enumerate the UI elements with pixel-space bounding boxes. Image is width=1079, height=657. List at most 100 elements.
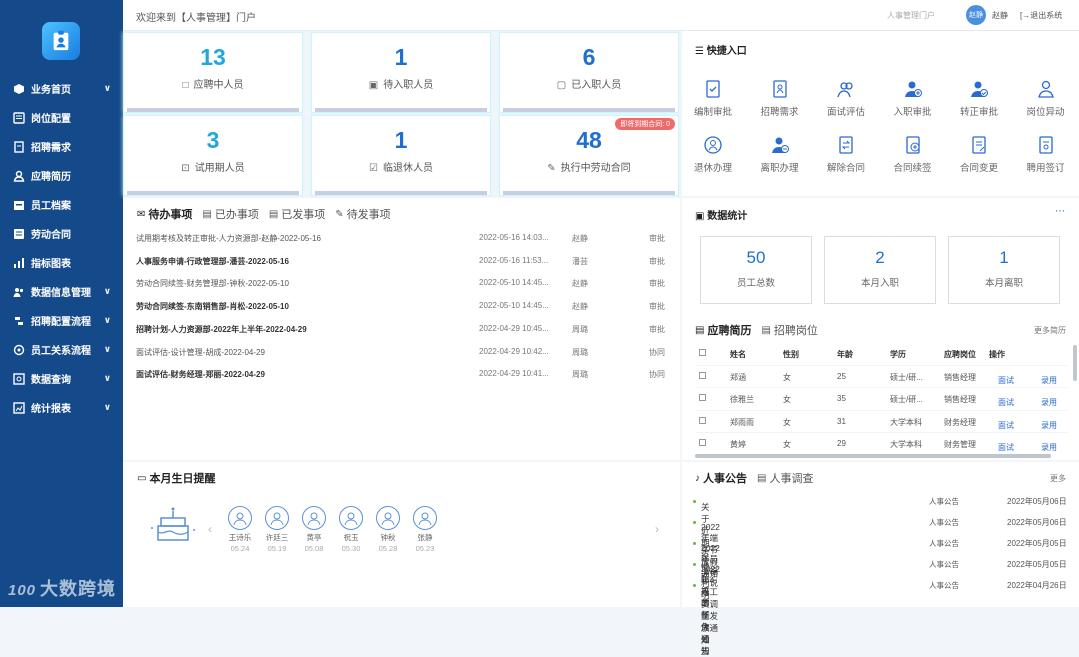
table-row[interactable]: 郑雨雨 女 31 大学本科 财务经理 面试 录用 [695,409,1067,432]
app-logo[interactable] [42,22,80,60]
stat-card[interactable]: 1 ☑ 临退休人员 [311,115,491,196]
table-row[interactable]: 郑涵 女 25 硕士/研... 销售经理 面试 录用 [695,365,1067,387]
quick-entry-7[interactable]: 离职办理 [755,134,805,174]
datastat-card[interactable]: 2 本月入职 [824,236,936,304]
hire-link[interactable]: 录用 [1041,397,1057,408]
birthday-person[interactable]: 钟秋 05.28 [372,506,404,553]
stat-card[interactable]: 6 ▢ 已入职人员 [499,32,679,113]
sidebar-item-label: 数据查询 [31,375,71,386]
stat-value: 48 [576,127,602,153]
person-name: 钟秋 [380,533,396,542]
logout-button[interactable]: [→退出系统 [1020,10,1062,21]
todo-row[interactable]: 人事服务申请-行政管理部-潘芸-2022-05-16 2022-05-16 11:… [136,256,676,279]
datastat-label: 本月离职 [984,278,1023,289]
todo-row[interactable]: 试用期考核及转正审批-人力资源部-赵静-2022-05-16 2022-05-16… [136,233,676,256]
interview-link[interactable]: 面试 [998,442,1014,453]
row-checkbox[interactable] [699,416,706,424]
todo-row[interactable]: 招聘计划-人力资源部-2022年上半年-2022-04-29 2022-04-29… [136,324,676,347]
row-checkbox[interactable] [699,438,706,446]
sidebar-item-9[interactable]: 员工关系流程 ∨ [0,335,123,364]
datastat-card[interactable]: 50 员工总数 [700,236,812,304]
table-row[interactable]: 徐雅兰 女 35 硕士/研... 销售经理 面试 录用 [695,387,1067,409]
chevron-down-icon: ∨ [103,286,111,296]
hire-link[interactable]: 录用 [1041,420,1057,431]
quick-entry-0[interactable]: 编制审批 [688,78,738,118]
tab-todo-1[interactable]: ▤ 已办事项 [202,206,258,222]
quick-entry-1[interactable]: 招聘需求 [755,78,805,118]
person-name: 张静 [417,533,433,542]
notice-row[interactable]: 关于近期疫情防控的工作通知 人事公告 2022年05月06日 [693,491,1067,656]
todo-row[interactable]: 劳动合同续签-东南销售部-肖松-2022-05-10 2022-05-10 14:… [136,301,676,324]
stat-card[interactable]: 13 □ 应聘中人员 [123,32,303,113]
tab-todo-0[interactable]: ✉ 待办事项 [137,206,192,222]
row-checkbox[interactable] [699,372,706,379]
birthday-person[interactable]: 王诗乐 05.24 [224,506,256,553]
sidebar-item-5[interactable]: 劳动合同 [0,219,123,248]
todo-row[interactable]: 劳动合同续签-财务管理部-钟秋-2022-05-10 2022-05-10 14:… [136,278,676,301]
stat-card[interactable]: 3 ⊡ 试用期人员 [123,115,303,196]
stat-card[interactable]: 1 ▣ 待入职人员 [311,32,491,113]
birthday-person[interactable]: 张静 05.23 [409,506,441,553]
tab-todo-2[interactable]: ▤ 已发事项 [269,206,325,222]
stat-card[interactable]: 即将到期合同: 0 48 ✎ 执行中劳动合同 [499,115,679,196]
notice-row[interactable]: 人事任免公告 人事公告 2022年04月26日 [693,575,1067,656]
prev-arrow-icon[interactable]: ‹ [208,522,212,536]
next-arrow-icon[interactable]: › [655,522,659,536]
quick-entry-3[interactable]: 入职审批 [888,78,938,118]
tab-notice-1[interactable]: ▤ 人事调查 [757,470,813,486]
interview-link[interactable]: 面试 [998,420,1014,431]
quick-entry-8[interactable]: 解除合同 [821,134,871,174]
list-icon [13,111,25,124]
sidebar-item-2[interactable]: 招聘需求 [0,132,123,161]
datastat-card[interactable]: 1 本月离职 [948,236,1060,304]
tab-resume-1[interactable]: ▤ 招聘岗位 [761,322,817,338]
sidebar-item-11[interactable]: 统计报表 ∨ [0,393,123,422]
column-header: 操作 [989,350,1005,359]
chevron-down-icon: ∨ [103,373,111,383]
more-notice-link[interactable]: 更多 [1050,473,1066,484]
row-checkbox[interactable] [699,394,706,402]
birthday-person[interactable]: 黄亭 05.08 [298,506,330,553]
portal-switch[interactable]: 人事管理门户 [887,10,935,21]
quick-entry-6[interactable]: 退休办理 [688,134,738,174]
table-row[interactable]: 黄婷 女 29 大学本科 财务管理 面试 录用 [695,431,1067,454]
sidebar-item-4[interactable]: 员工档案 [0,190,123,219]
user-name[interactable]: 赵静 [992,10,1008,21]
sidebar-item-0[interactable]: 业务首页 ∨ [0,74,123,103]
hire-link[interactable]: 录用 [1041,442,1057,453]
quick-entry-5[interactable]: 岗位异动 [1021,78,1071,118]
notice-row[interactable]: 2022年员工福利说明 人事公告 2022年05月05日 [693,533,1067,600]
sidebar-item-10[interactable]: 数据查询 ∨ [0,364,123,393]
birthday-person[interactable]: 祝玉 05.30 [335,506,367,553]
interview-link[interactable]: 面试 [998,375,1014,386]
tab-resume-0[interactable]: ▤ 应聘简历 [695,322,751,338]
more-resumes-link[interactable]: 更多简历 [1034,325,1066,336]
quick-entry-9[interactable]: 合同续签 [888,134,938,174]
interview-link[interactable]: 面试 [998,397,1014,408]
avatar[interactable]: 赵静 [966,5,986,25]
notice-row[interactable]: 2022年4月工资调整发放通知 人事公告 2022年05月05日 [693,554,1067,645]
select-all-checkbox[interactable] [699,349,706,356]
quick-entry-10[interactable]: 合同变更 [954,134,1004,174]
quick-entry-11[interactable]: 聘用签订 [1021,134,1071,174]
tab-icon: ▤ [202,208,212,220]
birthday-person[interactable]: 许廷三 05.19 [261,506,293,553]
sidebar-item-7[interactable]: 数据信息管理 ∨ [0,277,123,306]
more-options-icon[interactable]: ⋯ [1055,206,1065,217]
tab-todo-3[interactable]: ✎ 待发事项 [335,206,390,222]
todo-type: 协同 [649,370,665,380]
vertical-scrollbar[interactable] [1073,345,1077,381]
sidebar-item-8[interactable]: 招聘配置流程 ∨ [0,306,123,335]
hire-link[interactable]: 录用 [1041,375,1057,386]
quick-entry-2[interactable]: 面试评估 [821,78,871,118]
sidebar-item-3[interactable]: 应聘简历 [0,161,123,190]
todo-row[interactable]: 面试评估-设计管理-胡成-2022-04-29 2022-04-29 10:42.… [136,347,676,370]
sidebar-item-6[interactable]: 指标图表 [0,248,123,277]
todo-row[interactable]: 面试评估-财务经理-郑丽-2022-04-29 2022-04-29 10:41.… [136,369,676,392]
notice-row[interactable]: 2022年端午节放假通知 人事公告 2022年05月06日 [693,512,1067,579]
tab-notice-0[interactable]: ♪ 人事公告 [695,470,747,486]
quick-entry-4[interactable]: 转正审批 [954,78,1004,118]
retire-icon [702,134,724,156]
horizontal-scrollbar[interactable] [695,454,1051,458]
sidebar-item-1[interactable]: 岗位配置 [0,103,123,132]
